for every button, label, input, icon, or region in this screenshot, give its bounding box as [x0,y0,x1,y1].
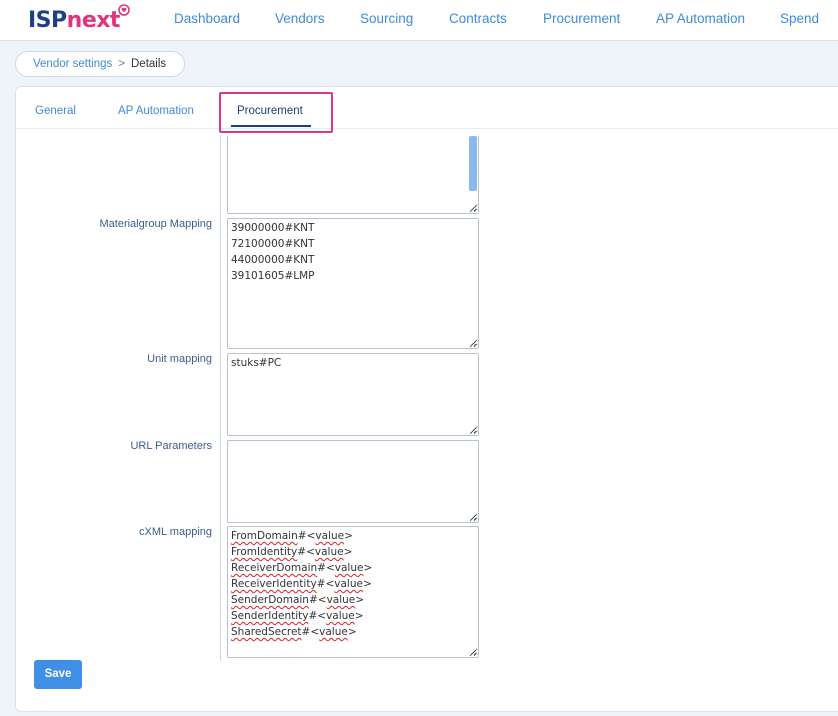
cxml-close: > [354,610,364,622]
cxml-line: FromDomain#<value> [231,528,475,544]
spell-error-word: FromDomain [231,530,298,542]
cxml-separator: #< [316,578,335,590]
resize-grip-icon[interactable] [469,339,477,347]
unit-mapping-line: stuks#PC [231,357,282,369]
spell-error-word: value [334,562,364,574]
cxml-line: ReceiverDomain#<value> [231,560,475,576]
breadcrumb: Vendor settings > Details [15,51,185,77]
cxml-separator: #< [297,530,316,542]
spell-error-word: ReceiverDomain [231,562,318,574]
cxml-line: SharedSecret#<value> [231,624,475,640]
details-card: General AP Automation Procurement Materi… [15,86,838,712]
cxml-close: > [363,562,373,574]
materialgroup-line: 44000000#KNT [231,254,315,266]
breadcrumb-vendor-settings[interactable]: Vendor settings [33,58,112,70]
materialgroup-line: 39000000#KNT [231,222,315,234]
brand-logo[interactable]: ISPnext [28,6,120,36]
unit-mapping-label: Unit mapping [147,353,212,365]
tab-bar: General AP Automation Procurement [16,87,838,129]
nav-sourcing[interactable]: Sourcing [360,11,413,26]
spell-error-word: value [326,610,355,622]
cxml-line: FromIdentity#<value> [231,544,475,560]
heart-badge-icon [118,4,130,16]
cxml-line: SenderIdentity#<value> [231,608,475,624]
cxml-close: > [362,578,372,590]
cxml-mapping-label: cXML mapping [139,526,212,538]
breadcrumb-separator: > [118,58,125,70]
materialgroup-mapping-label: Materialgroup Mapping [99,218,212,230]
resize-grip-icon[interactable] [469,648,477,656]
spell-error-word: SenderDomain [231,594,309,606]
url-parameters-label: URL Parameters [130,440,212,452]
cxml-close: > [355,594,365,606]
nav-spend[interactable]: Spend [780,11,819,26]
resize-grip-icon[interactable] [469,426,477,434]
cxml-separator: #< [301,626,320,638]
nav-dashboard[interactable]: Dashboard [174,11,240,26]
nav-contracts[interactable]: Contracts [449,11,507,26]
materialgroup-line: 39101605#LMP [231,270,315,282]
save-button[interactable]: Save [34,660,82,689]
cxml-mapping-textarea[interactable]: FromDomain#<value> FromIdentity#<value> … [227,526,479,658]
brand-logo-part1: ISP [28,8,67,33]
unit-mapping-textarea[interactable]: stuks#PC [227,353,479,436]
top-navbar: ISPnext Dashboard Vendors Sourcing Contr… [0,0,838,41]
spell-error-word: SenderIdentity [231,610,309,622]
brand-logo-part2: next [66,8,121,33]
cxml-separator: #< [308,610,327,622]
cxml-line: ReceiverIdentity#<value> [231,576,475,592]
cxml-line: SenderDomain#<value> [231,592,475,608]
spell-error-word: SharedSecret [231,626,302,638]
breadcrumb-current: Details [131,58,167,70]
previous-field-textarea[interactable] [227,135,479,214]
cxml-separator: #< [317,562,335,574]
tab-general[interactable]: General [35,105,76,117]
tab-ap-automation[interactable]: AP Automation [118,105,194,117]
spell-error-word: ReceiverIdentity [231,578,317,590]
cxml-separator: #< [308,594,327,606]
nav-vendors[interactable]: Vendors [275,11,325,26]
label-divider [220,135,221,661]
resize-grip-icon[interactable] [469,513,477,521]
spell-error-word: value [326,594,356,606]
tab-highlight-annotation [219,92,333,133]
spell-error-word: value [319,626,348,638]
spell-error-word: value [314,546,344,558]
materialgroup-mapping-textarea[interactable]: 39000000#KNT 72100000#KNT 44000000#KNT 3… [227,218,479,349]
cxml-close: > [344,530,353,542]
nav-ap-automation[interactable]: AP Automation [656,11,745,26]
resize-grip-icon[interactable] [469,204,477,212]
scrollbar-thumb[interactable] [469,136,477,191]
spell-error-word: FromIdentity [231,546,298,558]
spell-error-word: value [315,530,345,542]
materialgroup-line: 72100000#KNT [231,238,315,250]
spell-error-word: value [334,578,363,590]
nav-procurement[interactable]: Procurement [543,11,620,26]
cxml-separator: #< [297,546,315,558]
cxml-close: > [347,626,357,638]
cxml-close: > [343,546,353,558]
url-parameters-textarea[interactable] [227,440,479,523]
